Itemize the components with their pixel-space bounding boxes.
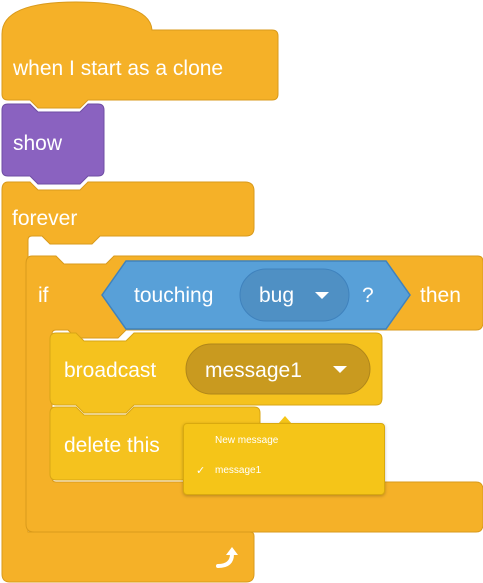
message-dropdown[interactable]: message1 <box>185 343 371 395</box>
broadcast-label: broadcast <box>64 359 156 382</box>
show-label: show <box>13 132 63 155</box>
menu-item-new-message[interactable]: New message <box>184 430 384 452</box>
forever-label: forever <box>12 207 77 230</box>
bug-dropdown[interactable]: bug <box>239 268 350 322</box>
delete-this-label: delete this <box>64 434 160 457</box>
menu-item-label: New message <box>215 435 279 446</box>
message-dropdown-menu: New message ✓ message1 <box>183 423 385 495</box>
if-label: if <box>38 284 49 307</box>
message-value: message1 <box>205 359 302 382</box>
hat-label: when I start as a clone <box>12 57 223 80</box>
bug-value: bug <box>259 284 294 307</box>
then-label: then <box>420 284 461 307</box>
when-start-as-clone-block[interactable]: when I start as a clone <box>1 1 279 109</box>
menu-item-message1[interactable]: ✓ message1 <box>184 460 384 482</box>
broadcast-block[interactable]: broadcast message1 <box>49 332 383 414</box>
menu-item-label: message1 <box>215 465 262 476</box>
touching-label: touching <box>134 284 213 307</box>
check-icon: ✓ <box>196 465 206 477</box>
show-block[interactable]: show <box>1 103 105 185</box>
touching-condition[interactable]: touching bug ? <box>101 260 411 330</box>
question-mark-label: ? <box>362 284 374 307</box>
